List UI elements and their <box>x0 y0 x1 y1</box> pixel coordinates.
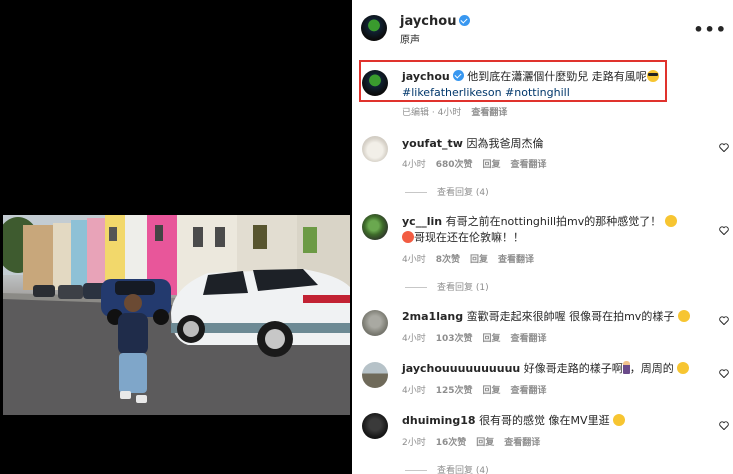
comment-time: 4小时 <box>402 255 426 265</box>
comment-avatar-yc[interactable] <box>362 214 388 240</box>
comment-meta: 2小时 16次赞 回复 查看翻译 <box>402 435 550 448</box>
caption-username[interactable]: jaychou <box>402 70 450 83</box>
comment-body-tail: ，周周的 <box>629 362 674 375</box>
heart-eyes-emoji-icon <box>402 231 414 243</box>
comment-body: 有哥之前在nottinghill拍mv的那种感觉了！ <box>445 215 662 228</box>
comment-avatar-jaychouuu[interactable] <box>362 362 388 388</box>
heart-icon[interactable] <box>719 226 729 235</box>
caption-avatar[interactable] <box>362 70 388 96</box>
comment-avatar-2ma1lang[interactable] <box>362 310 388 336</box>
author-avatar[interactable] <box>361 15 387 41</box>
comment-likes[interactable]: 103次赞 <box>436 334 473 344</box>
comment-reply-button[interactable]: 回复 <box>483 334 501 344</box>
comment-reply-button[interactable]: 回复 <box>483 386 501 396</box>
comment-reply-button[interactable]: 回复 <box>476 438 494 448</box>
comment-translate-link[interactable]: 查看翻译 <box>511 386 547 396</box>
view-replies-button[interactable]: 查看回复 (4) <box>405 185 489 198</box>
comment-avatar-youfat[interactable] <box>362 136 388 162</box>
heart-icon[interactable] <box>719 369 729 378</box>
comment-likes[interactable]: 125次赞 <box>436 386 473 396</box>
comment-time: 2小时 <box>402 438 426 448</box>
caption-hashtags[interactable]: #likefatherlikeson #nottinghill <box>402 86 570 99</box>
comment-reply-button[interactable]: 回复 <box>483 160 501 170</box>
comment-body: 好像哥走路的樣子啊 <box>523 362 623 375</box>
comment-meta: 4小时 8次赞 回复 查看翻译 <box>402 252 544 265</box>
comment-username[interactable]: dhuiming18 <box>402 414 476 427</box>
sunglasses-emoji-icon <box>646 70 659 82</box>
comment-body: 蛮歡哥走起來很帥喔 很像哥在拍mv的樣子 <box>466 310 675 323</box>
comment-username[interactable]: yc__lin <box>402 215 442 228</box>
heart-icon[interactable] <box>719 316 729 325</box>
comment-translate-link[interactable]: 查看翻译 <box>511 160 547 170</box>
comment-username[interactable]: jaychouuuuuuuuuu <box>402 362 520 375</box>
caption-meta: 已编辑 · 4小时 查看翻译 <box>402 105 517 118</box>
comment-username[interactable]: 2ma1lang <box>402 310 463 323</box>
post-media[interactable] <box>0 0 352 474</box>
laugh-emoji-icon <box>677 310 690 322</box>
comment-likes[interactable]: 680次赞 <box>436 160 473 170</box>
grin-emoji-icon <box>613 414 626 426</box>
audio-label[interactable]: 原声 <box>400 31 420 46</box>
comment-2ma1lang: 2ma1lang 蛮歡哥走起來很帥喔 很像哥在拍mv的樣子 <box>402 309 690 325</box>
comment-dhuiming18: dhuiming18 很有哥的感觉 像在MV里逛 <box>402 413 626 429</box>
comment-translate-link[interactable]: 查看翻译 <box>504 438 540 448</box>
comment-youfat: youfat_tw 因為我爸周杰倫 <box>402 136 543 152</box>
view-replies-button[interactable]: 查看回复 (1) <box>405 280 489 293</box>
comment-likes[interactable]: 16次赞 <box>436 438 467 448</box>
comment-yc: yc__lin 有哥之前在nottinghill拍mv的那种感觉了！ 哥现在还在… <box>402 214 692 246</box>
more-options-button[interactable]: ••• <box>693 20 727 39</box>
comment-body: 很有哥的感觉 像在MV里逛 <box>479 414 610 427</box>
comment-body: 因為我爸周杰倫 <box>466 137 544 150</box>
comment-meta: 4小时 680次赞 回复 查看翻译 <box>402 157 557 170</box>
verified-icon <box>452 70 464 81</box>
comment-meta: 4小时 103次赞 回复 查看翻译 <box>402 331 557 344</box>
comment-likes[interactable]: 8次赞 <box>436 255 460 265</box>
caption-translate-link[interactable]: 查看翻译 <box>471 108 507 118</box>
caption-text: jaychou 他到底在瀟灑個什麼勁兒 走路有風呢 #likefatherlik… <box>402 69 664 101</box>
comment-reply-button[interactable]: 回复 <box>470 255 488 265</box>
heart-icon[interactable] <box>719 143 729 152</box>
laugh-emoji-icon <box>677 362 690 374</box>
comment-time: 4小时 <box>402 160 426 170</box>
view-replies-button[interactable]: 查看回复 (4) <box>405 463 489 474</box>
author-username[interactable]: jaychou <box>400 14 471 29</box>
caption-body: 他到底在瀟灑個什麼勁兒 走路有風呢 <box>467 70 647 83</box>
comment-username[interactable]: youfat_tw <box>402 137 463 150</box>
comment-meta: 4小时 125次赞 回复 查看翻译 <box>402 383 557 396</box>
comment-body-tail: 哥现在还在伦敦嘛！！ <box>414 231 524 244</box>
grin-emoji-icon <box>664 215 677 227</box>
comment-time: 4小时 <box>402 334 426 344</box>
comment-time: 4小时 <box>402 386 426 396</box>
author-username-text[interactable]: jaychou <box>400 14 456 29</box>
comment-jaychouuu: jaychouuuuuuuuuu 好像哥走路的樣子啊 ，周周的 <box>402 361 690 377</box>
street-photo <box>3 215 350 415</box>
person-walking-emoji-icon <box>622 361 630 374</box>
comment-translate-link[interactable]: 查看翻译 <box>498 255 534 265</box>
verified-icon <box>459 15 471 26</box>
comment-avatar-dhuiming18[interactable] <box>362 413 388 439</box>
comment-translate-link[interactable]: 查看翻译 <box>511 334 547 344</box>
caption-edited: 已编辑 · 4小时 <box>402 108 462 118</box>
heart-icon[interactable] <box>719 421 729 430</box>
